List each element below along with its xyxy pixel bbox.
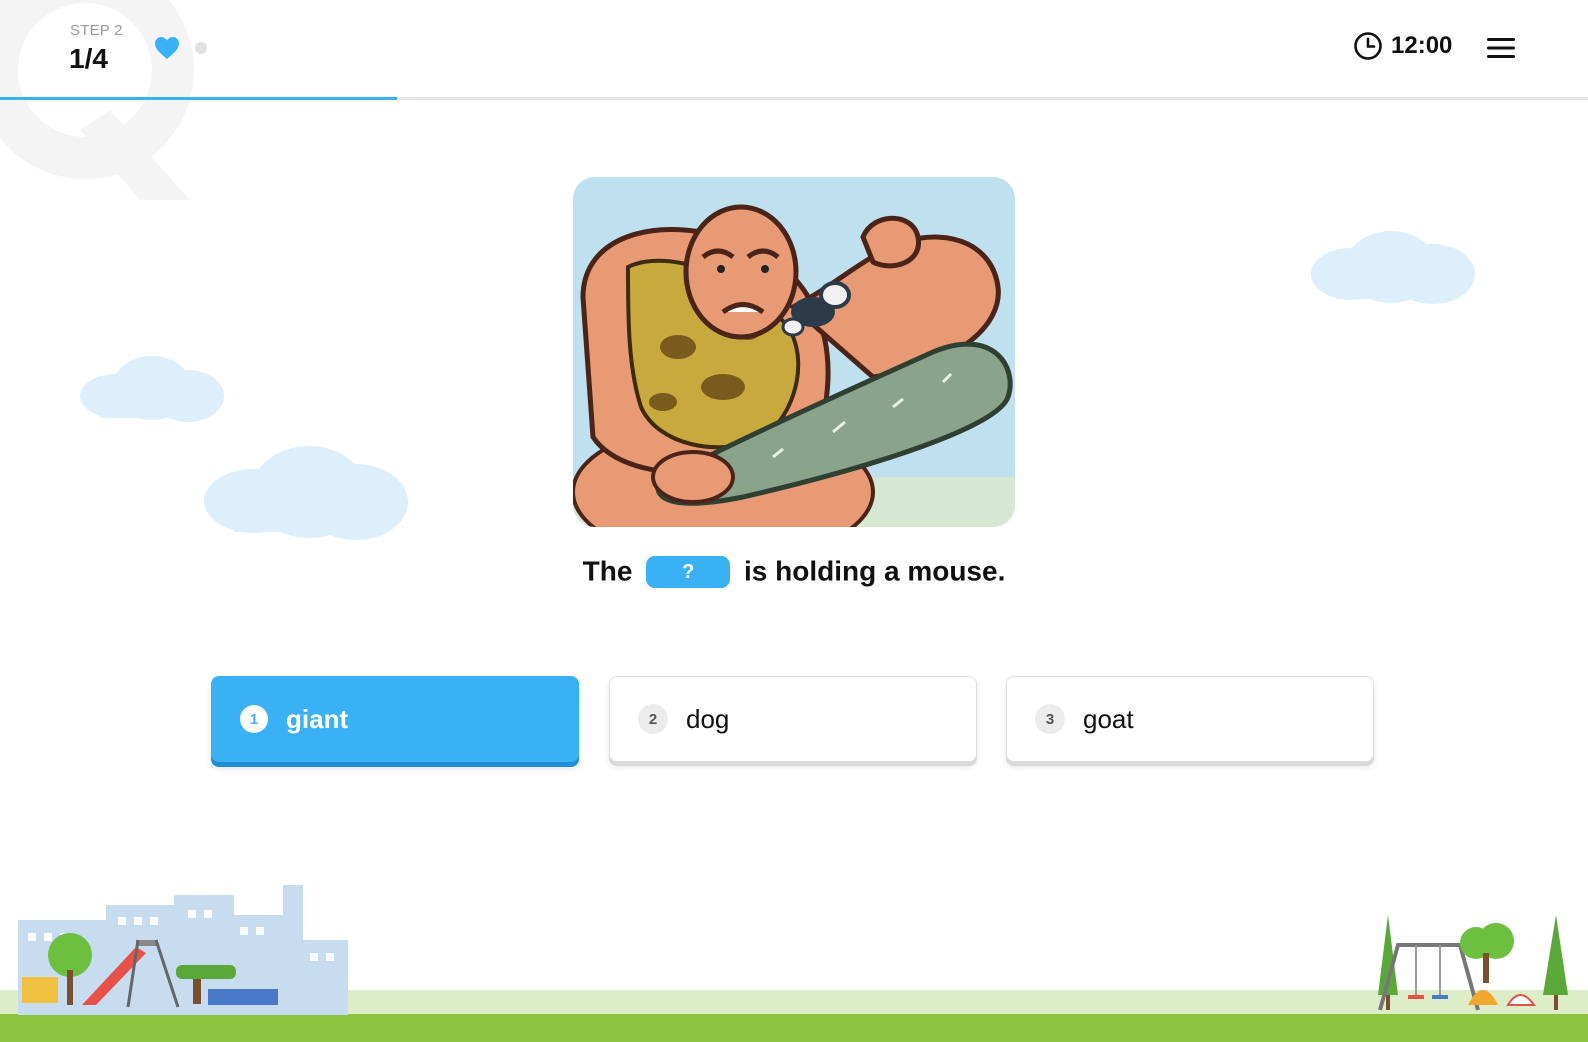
answer-option-giant[interactable]: 1 giant [211,676,579,762]
option-number-badge: 2 [638,704,668,734]
life-dot-empty [195,42,207,54]
question-illustration [573,177,1015,527]
top-bar: STEP 2 1/4 12:00 [0,0,1588,98]
progress-bar [0,97,1588,100]
cloud [80,356,224,422]
timer-text: 12:00 [1391,32,1453,59]
step-label: STEP 2 [70,22,123,39]
cloud [1311,231,1475,304]
option-number-badge: 1 [240,705,268,733]
answer-option-dog[interactable]: 2 dog [609,676,977,762]
clock-icon [1354,32,1382,60]
cloud [204,446,408,540]
park-swing-scene [1378,915,1568,1011]
option-label: dog [686,703,730,734]
option-label: goat [1083,703,1134,734]
progress-bar-fill [0,97,397,100]
option-label: giant [286,703,349,734]
heart-icon [155,37,179,59]
timer: 12:00 [1353,31,1452,61]
grass-ground [0,1014,1588,1042]
sentence-suffix: is holding a mouse. [743,555,1006,587]
option-number-badge: 3 [1035,704,1065,734]
answer-option-goat[interactable]: 3 goat [1006,676,1374,762]
question-sentence: The ? is holding a mouse. [0,554,1588,588]
sentence-prefix: The [582,555,633,587]
answer-blank: ? [646,555,731,588]
hamburger-menu-icon[interactable] [1487,36,1515,60]
question-counter: 1/4 [69,43,108,74]
city-playground-scene [18,885,348,1015]
